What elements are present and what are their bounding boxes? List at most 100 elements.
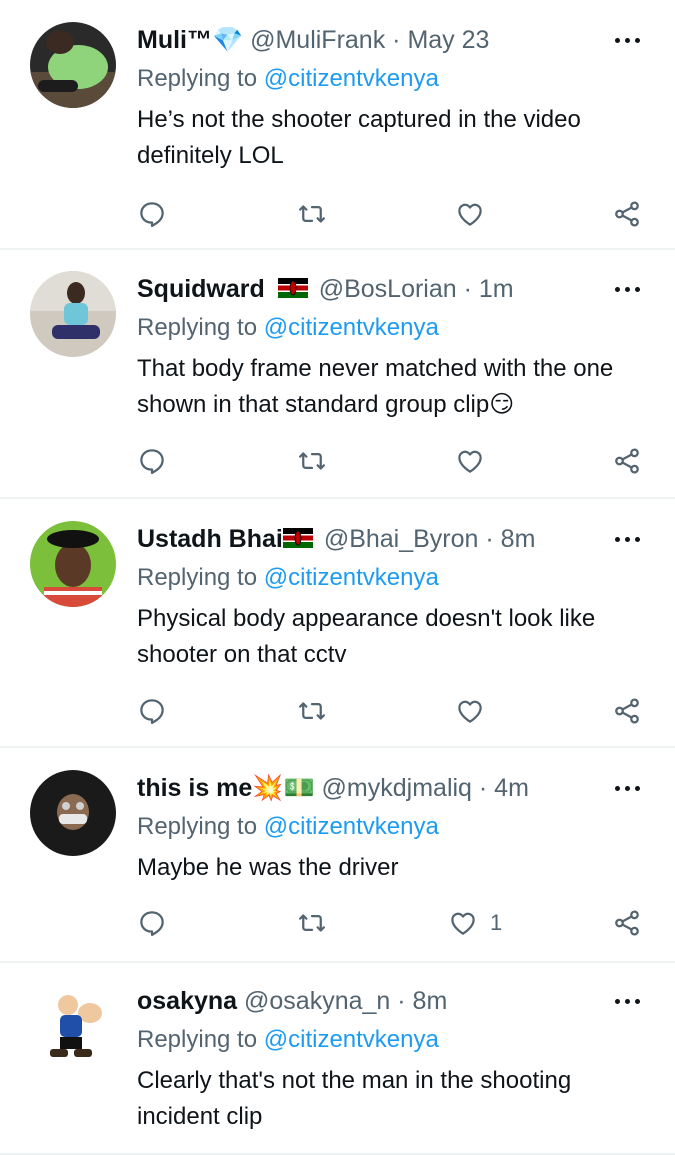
reply-button[interactable] (137, 903, 167, 943)
avatar[interactable] (30, 983, 116, 1069)
action-bar (0, 441, 675, 481)
tweet[interactable]: Ustadh Bhai @Bhai_Byron · 8m Replying to… (0, 521, 675, 751)
tweet[interactable]: osakyna @osakyna_n · 8m Replying to @cit… (0, 983, 675, 1153)
tweet-text: He’s not the shooter captured in the vid… (137, 106, 581, 169)
tweet-header: Squidward @BosLorian · 1m (137, 271, 514, 307)
retweet-button[interactable] (297, 903, 327, 943)
reply-icon (140, 449, 164, 474)
replying-to: Replying to @citizentvkenya (137, 564, 439, 591)
tweet[interactable]: Muli™💎 @MuliFrank · May 23 Replying to @… (0, 22, 675, 252)
reply-button[interactable] (137, 194, 167, 234)
tweet-text: That body frame never matched with the o… (137, 355, 614, 418)
handle[interactable]: @Bhai_Byron (324, 525, 479, 553)
action-bar (0, 194, 675, 234)
like-button[interactable]: 1 (448, 903, 502, 943)
retweet-icon (299, 205, 325, 223)
tweet[interactable]: Squidward @BosLorian · 1m Replying to @c… (0, 271, 675, 501)
like-icon (451, 912, 475, 935)
display-name[interactable]: Muli™ (137, 26, 212, 54)
smirk-emoji: 😏 (489, 391, 515, 418)
divider (0, 497, 675, 499)
reply-icon (140, 202, 164, 227)
handle[interactable]: @osakyna_n (244, 987, 390, 1015)
avatar-image (30, 271, 116, 357)
action-bar: 1 (0, 903, 675, 943)
mention-link[interactable]: @citizentvkenya (264, 314, 439, 341)
retweet-button[interactable] (297, 194, 327, 234)
retweet-icon (299, 452, 325, 470)
divider (0, 248, 675, 250)
share-button[interactable] (612, 194, 642, 234)
more-options-icon[interactable] (612, 776, 644, 800)
more-options-icon[interactable] (612, 989, 644, 1013)
avatar-image (30, 521, 116, 607)
avatar[interactable] (30, 770, 116, 856)
kenya-flag-icon (277, 278, 308, 299)
share-icon (615, 698, 639, 724)
timestamp[interactable]: · May 23 (392, 26, 489, 54)
share-icon (615, 448, 639, 474)
divider (0, 961, 675, 963)
more-options-icon[interactable] (612, 28, 644, 52)
reply-button[interactable] (137, 691, 167, 731)
tweet-text: Clearly that's not the man in the shooti… (137, 1067, 572, 1130)
more-options-icon[interactable] (612, 527, 644, 551)
retweet-button[interactable] (297, 691, 327, 731)
reply-icon (140, 911, 164, 936)
kenya-flag-icon (282, 528, 313, 549)
display-name[interactable]: Squidward (137, 275, 265, 303)
like-count: 1 (490, 910, 503, 935)
name-emojis: 💥💵 (252, 774, 315, 802)
retweet-icon (299, 914, 325, 932)
handle[interactable]: @MuliFrank (250, 26, 385, 54)
display-name[interactable]: osakyna (137, 987, 237, 1015)
display-name[interactable]: this is me (137, 774, 252, 802)
like-icon (458, 700, 482, 723)
more-options-icon[interactable] (612, 277, 644, 301)
timestamp[interactable]: · 8m (397, 987, 447, 1015)
reply-button[interactable] (137, 441, 167, 481)
replying-to: Replying to @citizentvkenya (137, 314, 439, 341)
tweet-header: Muli™💎 @MuliFrank · May 23 (137, 22, 489, 58)
timestamp[interactable]: · 8m (485, 525, 535, 553)
mention-link[interactable]: @citizentvkenya (264, 65, 439, 92)
timestamp[interactable]: · 1m (464, 275, 514, 303)
like-button[interactable] (455, 441, 497, 481)
share-button[interactable] (612, 441, 642, 481)
tweet-header: Ustadh Bhai @Bhai_Byron · 8m (137, 521, 535, 557)
like-icon (458, 203, 482, 226)
avatar-image (30, 983, 116, 1069)
tweet-text: Physical body appearance doesn't look li… (137, 605, 596, 668)
timestamp[interactable]: · 4m (479, 774, 529, 802)
like-icon (458, 450, 482, 473)
reply-icon (140, 699, 164, 724)
share-button[interactable] (612, 903, 642, 943)
share-icon (615, 910, 639, 936)
retweet-icon (299, 702, 325, 720)
mention-link[interactable]: @citizentvkenya (264, 813, 439, 840)
mention-link[interactable]: @citizentvkenya (264, 564, 439, 591)
handle[interactable]: @BosLorian (319, 275, 457, 303)
tweet-text: Maybe he was the driver (137, 854, 399, 881)
mention-link[interactable]: @citizentvkenya (264, 1026, 439, 1053)
tweet[interactable]: this is me💥💵 @mykdjmaliq · 4m Replying t… (0, 770, 675, 965)
share-button[interactable] (612, 691, 642, 731)
tweet-header: osakyna @osakyna_n · 8m (137, 983, 447, 1019)
avatar[interactable] (30, 271, 116, 357)
avatar-image (30, 770, 116, 856)
replying-to: Replying to @citizentvkenya (137, 65, 439, 92)
like-button[interactable] (455, 691, 497, 731)
avatar[interactable] (30, 521, 116, 607)
avatar-image (30, 22, 116, 108)
like-button[interactable] (455, 194, 497, 234)
tweet-header: this is me💥💵 @mykdjmaliq · 4m (137, 770, 529, 806)
diamond-emoji: 💎 (212, 26, 244, 54)
divider (0, 746, 675, 748)
retweet-button[interactable] (297, 441, 327, 481)
display-name[interactable]: Ustadh Bhai (137, 525, 283, 553)
replying-to: Replying to @citizentvkenya (137, 813, 439, 840)
avatar[interactable] (30, 22, 116, 108)
handle[interactable]: @mykdjmaliq (322, 774, 472, 802)
action-bar (0, 691, 675, 731)
share-icon (615, 201, 639, 227)
